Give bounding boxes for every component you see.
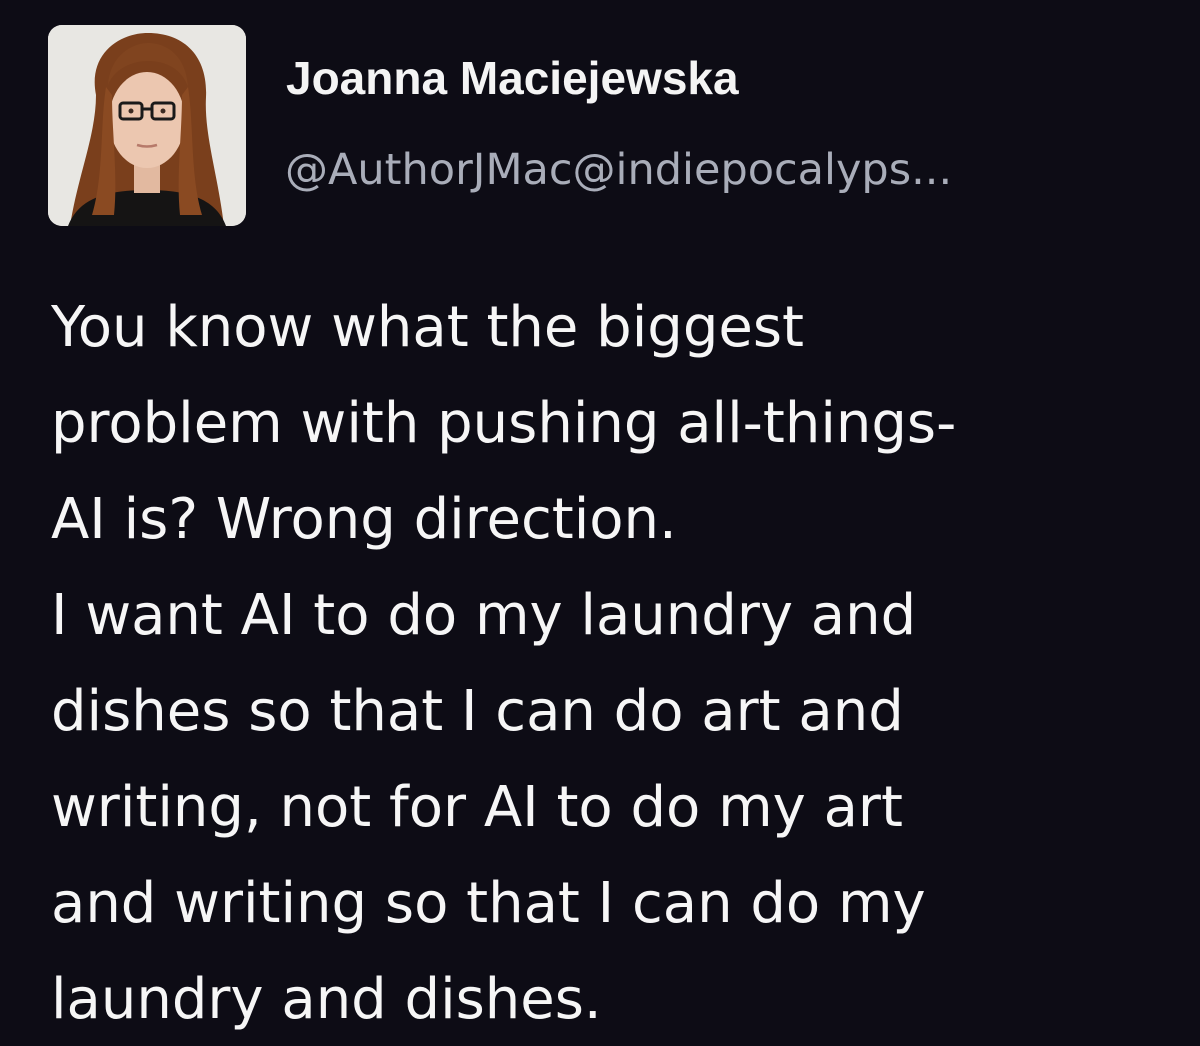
post-card: Joanna Maciejewska @AuthorJMac@indiepoca… [0,0,1200,1046]
avatar[interactable] [48,25,246,226]
author-handle[interactable]: @AuthorJMac@indiepocalyps... [285,142,1165,198]
post-text: You know what the biggest problem with p… [51,280,1181,1046]
avatar-portrait-image [48,25,246,226]
post-text-line: I want AI to do my laundry and [51,583,917,648]
author-display-name[interactable]: Joanna Maciejewska [286,50,739,106]
post-text-line: problem with pushing all-things- [51,391,957,456]
post-text-line: dishes so that I can do art and [51,679,904,744]
post-text-line: You know what the biggest [51,295,804,360]
post-text-line: writing, not for AI to do my art [51,775,903,840]
post-text-line: AI is? Wrong direction. [51,487,677,552]
post-text-line: and writing so that I can do my [51,871,926,936]
post-text-line: laundry and dishes. [51,967,602,1032]
